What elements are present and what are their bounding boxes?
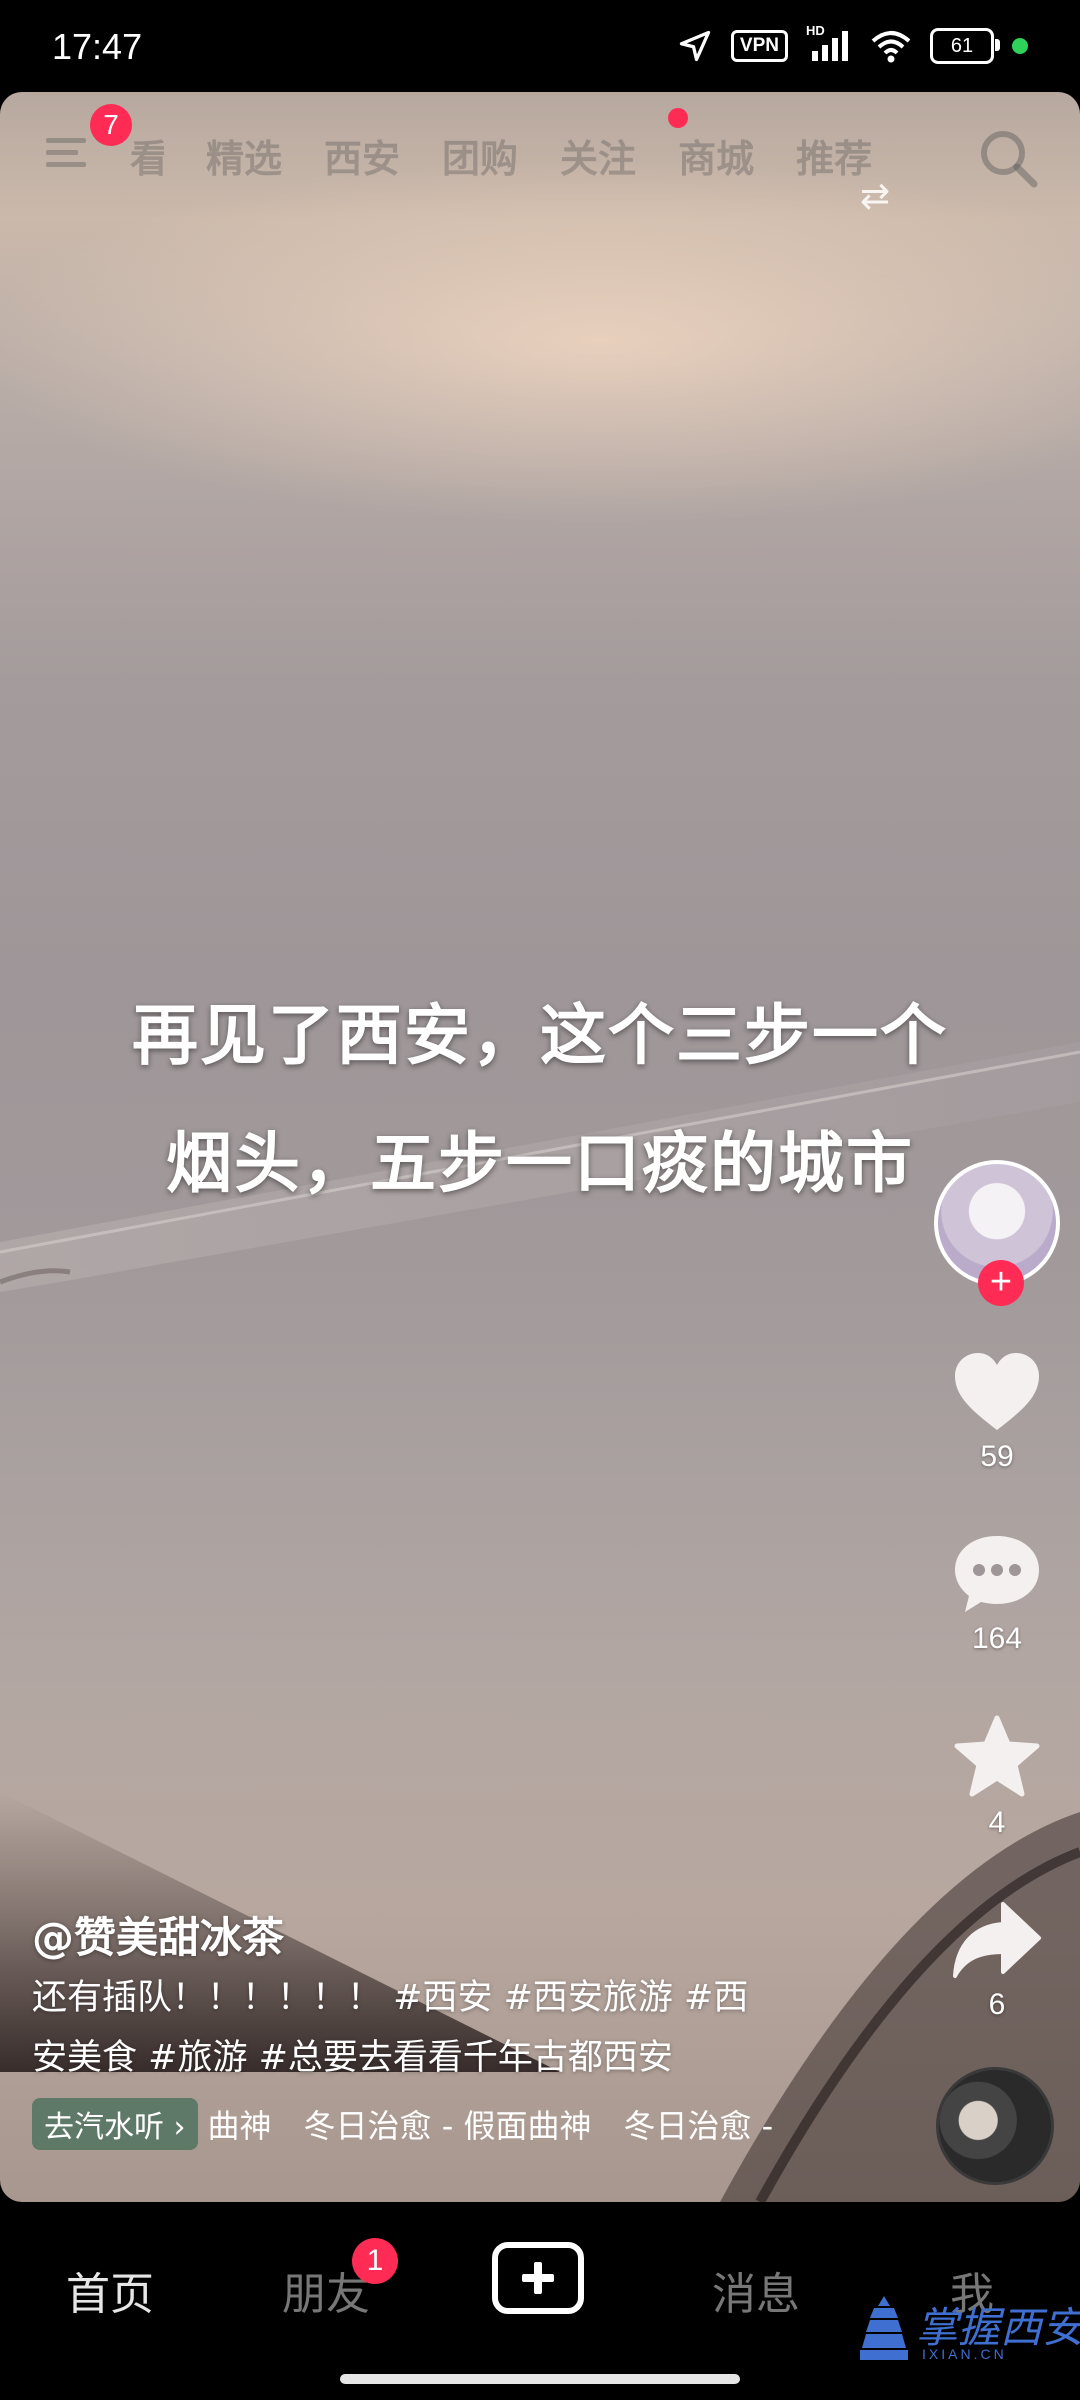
- wifi-icon: [871, 31, 911, 63]
- signal-icon: HD: [806, 23, 852, 63]
- top-nav-bar: 7 看 精选 西安 团购 关注 商城 推荐 ⇄: [0, 92, 1080, 242]
- comment-count: 164: [971, 1622, 1023, 1655]
- menu-icon[interactable]: [44, 128, 94, 178]
- music-tag-label: 去汽水听: [44, 2110, 164, 2145]
- creator-avatar[interactable]: +: [934, 1160, 1060, 1306]
- share-arrow-icon[interactable]: [951, 1898, 1043, 1982]
- share-count: 6: [988, 1988, 1006, 2021]
- author-name[interactable]: @赞美甜冰茶: [32, 1904, 284, 1965]
- tab-xian[interactable]: 西安: [324, 128, 400, 183]
- heart-icon[interactable]: [951, 1350, 1043, 1434]
- privacy-indicator-dot: [1012, 38, 1028, 54]
- tab-featured[interactable]: 精选: [206, 128, 282, 183]
- nav-tabs: 看 精选 西安 团购 关注 商城 推荐: [125, 128, 872, 183]
- tab-mall[interactable]: 商城: [678, 128, 754, 183]
- creator-avatar-group: +: [932, 1160, 1062, 1306]
- comment-icon[interactable]: [951, 1532, 1043, 1616]
- home-indicator[interactable]: [340, 2374, 740, 2384]
- like-count: 59: [980, 1440, 1014, 1473]
- tower-logo-icon: [860, 2296, 908, 2360]
- follow-plus-button[interactable]: +: [978, 1260, 1024, 1306]
- description-line2: 安美食 #旅游 #总要去看看千年古都西安: [32, 2038, 673, 2078]
- video-player[interactable]: 7 看 精选 西安 团购 关注 商城 推荐 ⇄ 再见了西安，这个三步一个 烟头，…: [0, 92, 1080, 2202]
- music-app-tag[interactable]: 去汽水听 ›: [32, 2098, 198, 2150]
- tab-following[interactable]: 关注: [560, 128, 636, 183]
- create-post-button[interactable]: [492, 2242, 584, 2314]
- battery-icon: 61: [930, 28, 1000, 64]
- tab-messages[interactable]: 消息: [712, 2258, 800, 2322]
- tab-group-buy[interactable]: 团购: [442, 128, 518, 183]
- tab-partial[interactable]: 看: [130, 128, 164, 183]
- tab-recommended[interactable]: 推荐: [796, 128, 872, 183]
- description-line1: 还有插队！！！！！！ #西安 #西安旅游 #西: [32, 1978, 749, 2018]
- status-time: 17:47: [52, 26, 143, 67]
- location-arrow-icon: [679, 30, 711, 62]
- following-dot-badge: [668, 108, 688, 128]
- watermark-url: IXIAN.CN: [922, 2346, 1007, 2362]
- music-row[interactable]: 去汽水听 › 曲神 冬日治愈 - 假面曲神 冬日治愈 -: [32, 2098, 862, 2150]
- like-group: 59: [932, 1350, 1062, 1474]
- tab-home[interactable]: 首页: [66, 2258, 154, 2322]
- friends-badge: 1: [352, 2238, 398, 2284]
- status-icons: VPN HD 61: [677, 23, 1028, 64]
- music-disc-avatar[interactable]: [936, 2067, 1054, 2185]
- music-title-marquee: 曲神 冬日治愈 - 假面曲神 冬日治愈 -: [207, 2107, 774, 2145]
- share-group: 6: [932, 1898, 1062, 2022]
- site-watermark: 掌握西安 IXIAN.CN: [860, 2290, 1080, 2370]
- plus-icon: [522, 2262, 554, 2294]
- chevron-right-icon: ›: [164, 2110, 186, 2145]
- favorite-group: 4: [932, 1714, 1062, 1840]
- comment-group: 164: [932, 1532, 1062, 1656]
- post-description[interactable]: 还有插队！！！！！！ #西安 #西安旅游 #西 安美食 #旅游 #总要去看看千年…: [32, 1968, 832, 2088]
- search-icon[interactable]: [976, 126, 1040, 190]
- swap-arrows-icon[interactable]: ⇄: [860, 176, 890, 217]
- video-caption-line1: 再见了西安，这个三步一个: [132, 997, 948, 1074]
- vpn-icon: VPN: [730, 30, 788, 62]
- star-icon[interactable]: [951, 1714, 1043, 1800]
- video-caption-line2: 烟头，五步一口痰的城市: [166, 1125, 914, 1202]
- favorite-count: 4: [988, 1806, 1006, 1839]
- status-bar: 17:47 VPN HD 61: [0, 0, 1080, 92]
